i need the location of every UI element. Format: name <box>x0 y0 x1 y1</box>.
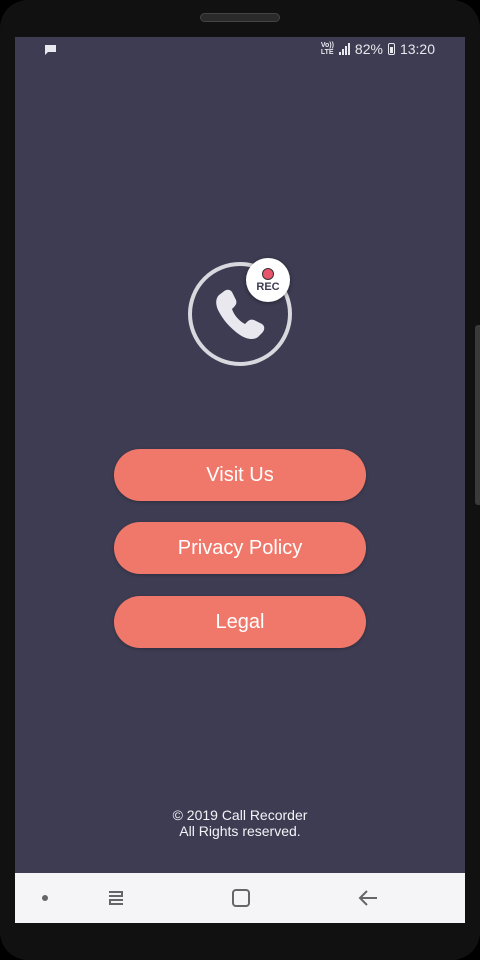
recent-apps-icon[interactable] <box>103 885 129 911</box>
copyright-text: © 2019 Call Recorder <box>172 807 308 823</box>
legal-button[interactable]: Legal <box>114 596 366 648</box>
status-indicators: Vo)) LTE 82% 13:20 <box>321 41 435 57</box>
earpiece-speaker <box>200 13 280 22</box>
navigation-bar <box>15 873 465 923</box>
record-dot-icon <box>262 267 274 280</box>
home-icon[interactable] <box>228 885 254 911</box>
dot-icon[interactable] <box>32 885 58 911</box>
clock: 13:20 <box>399 41 435 57</box>
side-button <box>475 325 480 505</box>
device-frame: Vo)) LTE 82% 13:20 REC Visit Us Privacy … <box>0 0 480 960</box>
battery-icon <box>387 43 395 55</box>
privacy-policy-button[interactable]: Privacy Policy <box>114 522 366 574</box>
battery-percent: 82% <box>354 41 383 57</box>
status-bar: Vo)) LTE 82% 13:20 <box>15 37 465 65</box>
network-type-top: Vo)) <box>320 42 334 49</box>
app-screen: Vo)) LTE 82% 13:20 REC Visit Us Privacy … <box>15 37 465 923</box>
network-type: Vo)) LTE <box>321 42 334 56</box>
visit-us-button[interactable]: Visit Us <box>114 449 366 501</box>
signal-icon <box>338 43 350 55</box>
network-type-bottom: LTE <box>320 49 334 56</box>
back-icon[interactable] <box>355 885 381 911</box>
footer: © 2019 Call Recorder All Rights reserved… <box>15 807 465 839</box>
rights-text: All Rights reserved. <box>179 823 301 839</box>
rec-badge: REC <box>246 258 290 302</box>
chat-notification-icon <box>44 43 57 59</box>
rec-label: REC <box>256 280 280 293</box>
